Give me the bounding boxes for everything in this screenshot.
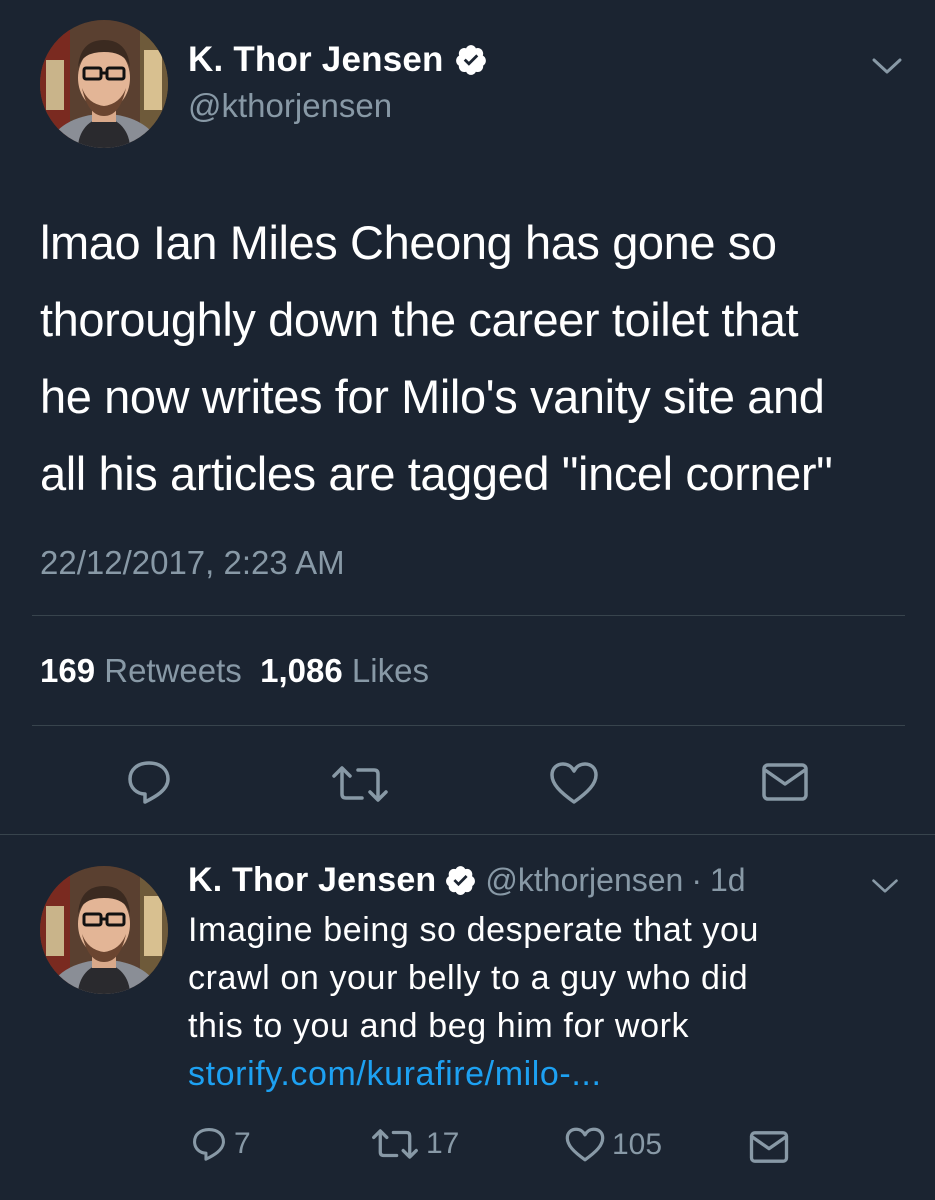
divider	[32, 615, 905, 616]
retweet-icon[interactable]	[330, 762, 390, 806]
tweet-stats: 169 Retweets 1,086 Likes	[40, 652, 429, 690]
reply-text-line: this to you and beg him for work	[188, 1007, 690, 1045]
retweets-count: 169	[40, 652, 96, 689]
retweets-label: Retweets	[104, 652, 242, 689]
like-icon[interactable]	[548, 760, 600, 806]
like-icon	[565, 1127, 605, 1162]
reply-body: Imagine being so desperate that you craw…	[188, 906, 759, 1098]
section-divider	[0, 834, 935, 835]
reply-link[interactable]: storify.com/kurafire/milo-...	[188, 1050, 759, 1098]
reply-retweet-action[interactable]: 17	[370, 1126, 459, 1162]
reply-author-handle[interactable]: @kthorjensen	[485, 862, 683, 899]
verified-badge-icon	[455, 45, 486, 75]
meta-separator: ·	[691, 862, 702, 898]
message-icon[interactable]	[749, 1130, 789, 1164]
retweet-count: 17	[426, 1127, 460, 1160]
chevron-down-icon[interactable]	[870, 55, 904, 77]
retweets-stat[interactable]: 169 Retweets	[40, 652, 242, 689]
avatar-image	[40, 866, 168, 994]
reply-reply-action[interactable]: 7	[190, 1124, 251, 1164]
tweet-text-line: lmao Ian Miles Cheong has gone so	[40, 216, 777, 269]
author-display-name[interactable]: K. Thor Jensen	[188, 40, 444, 80]
retweet-icon	[372, 1129, 418, 1159]
like-count: 105	[612, 1127, 663, 1161]
reply-count: 7	[234, 1127, 251, 1160]
tweet-text-line: all his articles are tagged "incel corne…	[40, 447, 833, 500]
reply-text-line: Imagine being so desperate that you	[188, 911, 760, 949]
tweet-text-line: he now writes for Milo's vanity site and	[40, 370, 825, 423]
reply-icon	[193, 1128, 225, 1161]
likes-stat[interactable]: 1,086 Likes	[260, 652, 429, 689]
reply-text-line: crawl on your belly to a guy who did	[188, 959, 749, 997]
reply-like-action[interactable]: 105	[564, 1126, 662, 1163]
reply-author-display-name[interactable]: K. Thor Jensen	[188, 861, 436, 900]
chevron-down-icon[interactable]	[870, 876, 900, 896]
likes-count: 1,086	[260, 652, 343, 689]
tweet-timestamp[interactable]: 22/12/2017, 2:23 AM	[40, 544, 345, 582]
reply-age[interactable]: 1d	[710, 862, 746, 899]
tweet-text-line: thoroughly down the career toilet that	[40, 293, 799, 346]
avatar-image	[40, 20, 168, 148]
divider	[32, 725, 905, 726]
tweet-body: lmao Ian Miles Cheong has gone so thorou…	[40, 204, 833, 512]
message-icon[interactable]	[761, 762, 809, 802]
reply-icon[interactable]	[124, 757, 174, 807]
author-name-row: K. Thor Jensen	[188, 40, 488, 80]
likes-label: Likes	[351, 652, 429, 689]
verified-badge-icon	[446, 866, 476, 895]
author-handle[interactable]: @kthorjensen	[188, 87, 392, 125]
author-avatar[interactable]	[40, 20, 168, 148]
reply-header-row: K. Thor Jensen @kthorjensen · 1d	[188, 861, 746, 900]
reply-author-avatar[interactable]	[40, 866, 168, 994]
